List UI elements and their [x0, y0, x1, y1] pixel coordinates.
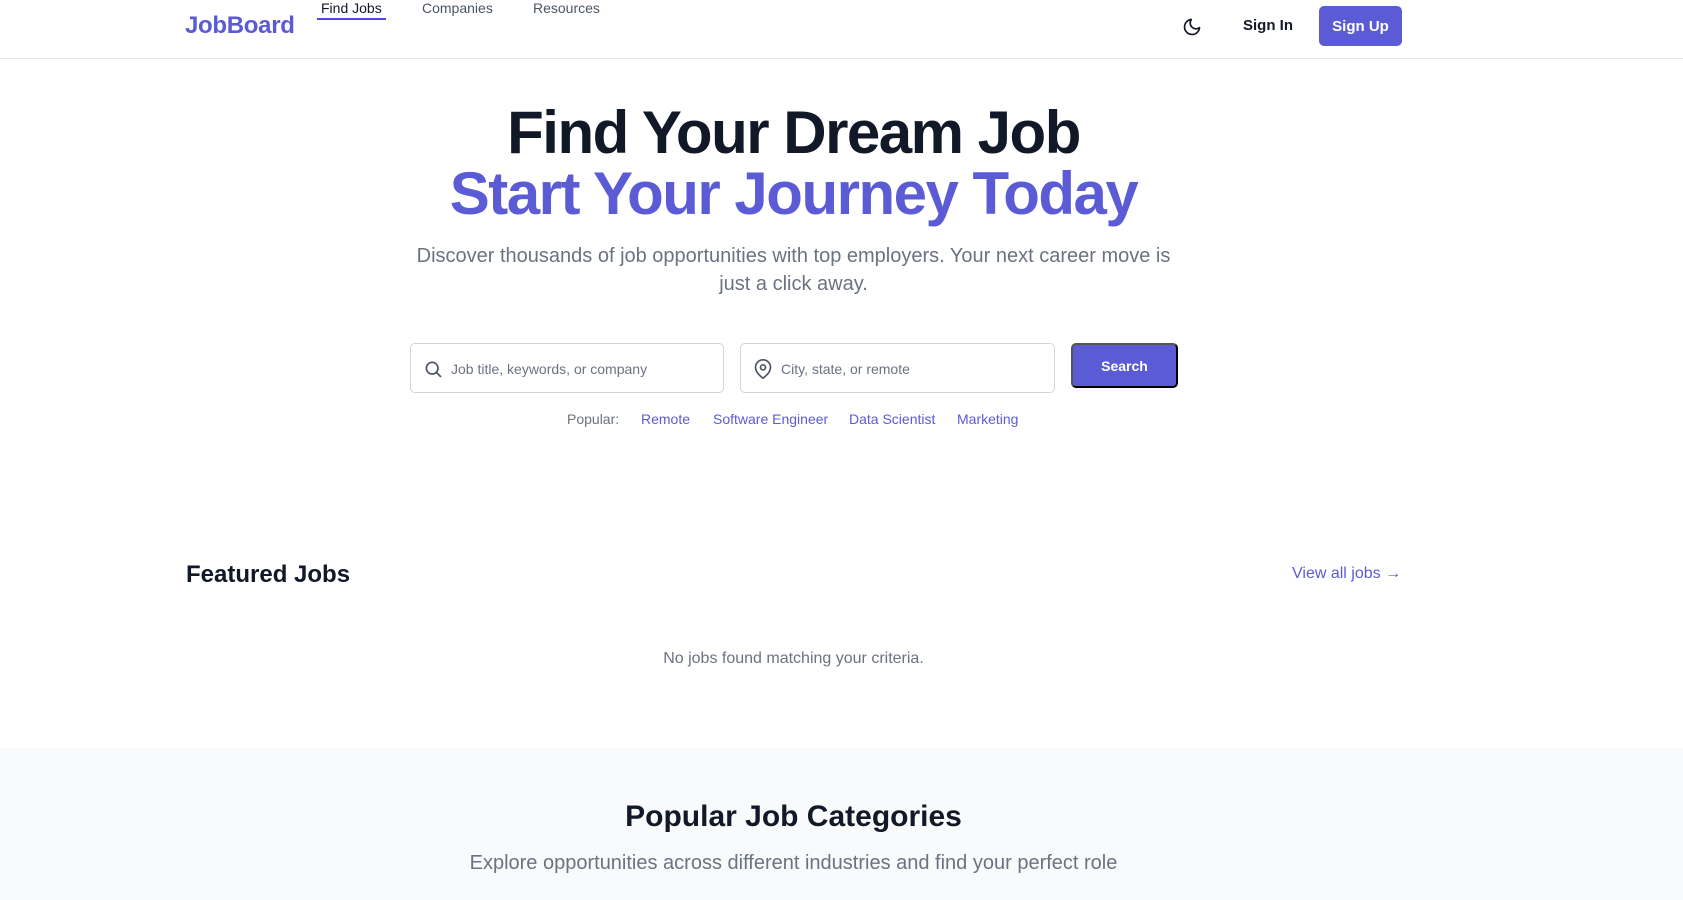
location-search-input[interactable]: City, state, or remote	[740, 343, 1055, 393]
empty-state-message: No jobs found matching your criteria.	[663, 650, 924, 667]
keyword-placeholder: Job title, keywords, or company	[451, 361, 648, 377]
search-icon	[423, 359, 443, 379]
logo[interactable]: JobBoard	[185, 12, 295, 40]
search-button[interactable]: Search	[1071, 343, 1178, 388]
categories-subtitle: Explore opportunities across different i…	[469, 852, 1118, 874]
categories-title: Popular Job Categories	[625, 800, 962, 833]
keyword-search-input[interactable]: Job title, keywords, or company	[410, 343, 724, 393]
map-pin-icon	[753, 359, 773, 379]
hero-title-accent: Start Your Journey Today	[449, 160, 1139, 227]
moon-icon[interactable]	[1182, 17, 1202, 37]
hero-subtitle: Discover thousands of job opportunities …	[416, 245, 1171, 295]
sign-in-button[interactable]: Sign In	[1243, 17, 1293, 34]
popular-label: Popular:	[567, 411, 620, 427]
hero-title: Find Your Dream Job	[507, 99, 1081, 166]
location-placeholder: City, state, or remote	[781, 361, 910, 377]
job-categories-section: Popular Job Categories Explore opportuni…	[0, 748, 1683, 900]
popular-tag-remote[interactable]: Remote	[641, 411, 690, 427]
page: JobBoard Find Jobs Companies Resources S…	[0, 0, 1683, 900]
popular-tag-software-engineer[interactable]: Software Engineer	[713, 411, 828, 427]
nav-companies[interactable]: Companies	[422, 0, 493, 20]
popular-tag-marketing[interactable]: Marketing	[957, 411, 1018, 427]
nav-resources[interactable]: Resources	[533, 0, 600, 20]
sign-up-button[interactable]: Sign Up	[1319, 6, 1402, 46]
popular-tag-data-scientist[interactable]: Data Scientist	[849, 411, 935, 427]
top-navbar: JobBoard Find Jobs Companies Resources S…	[0, 0, 1683, 59]
featured-jobs-title: Featured Jobs	[186, 561, 351, 588]
nav-find-jobs[interactable]: Find Jobs	[317, 0, 386, 20]
view-all-jobs-link[interactable]: View all jobs →	[1292, 565, 1401, 583]
